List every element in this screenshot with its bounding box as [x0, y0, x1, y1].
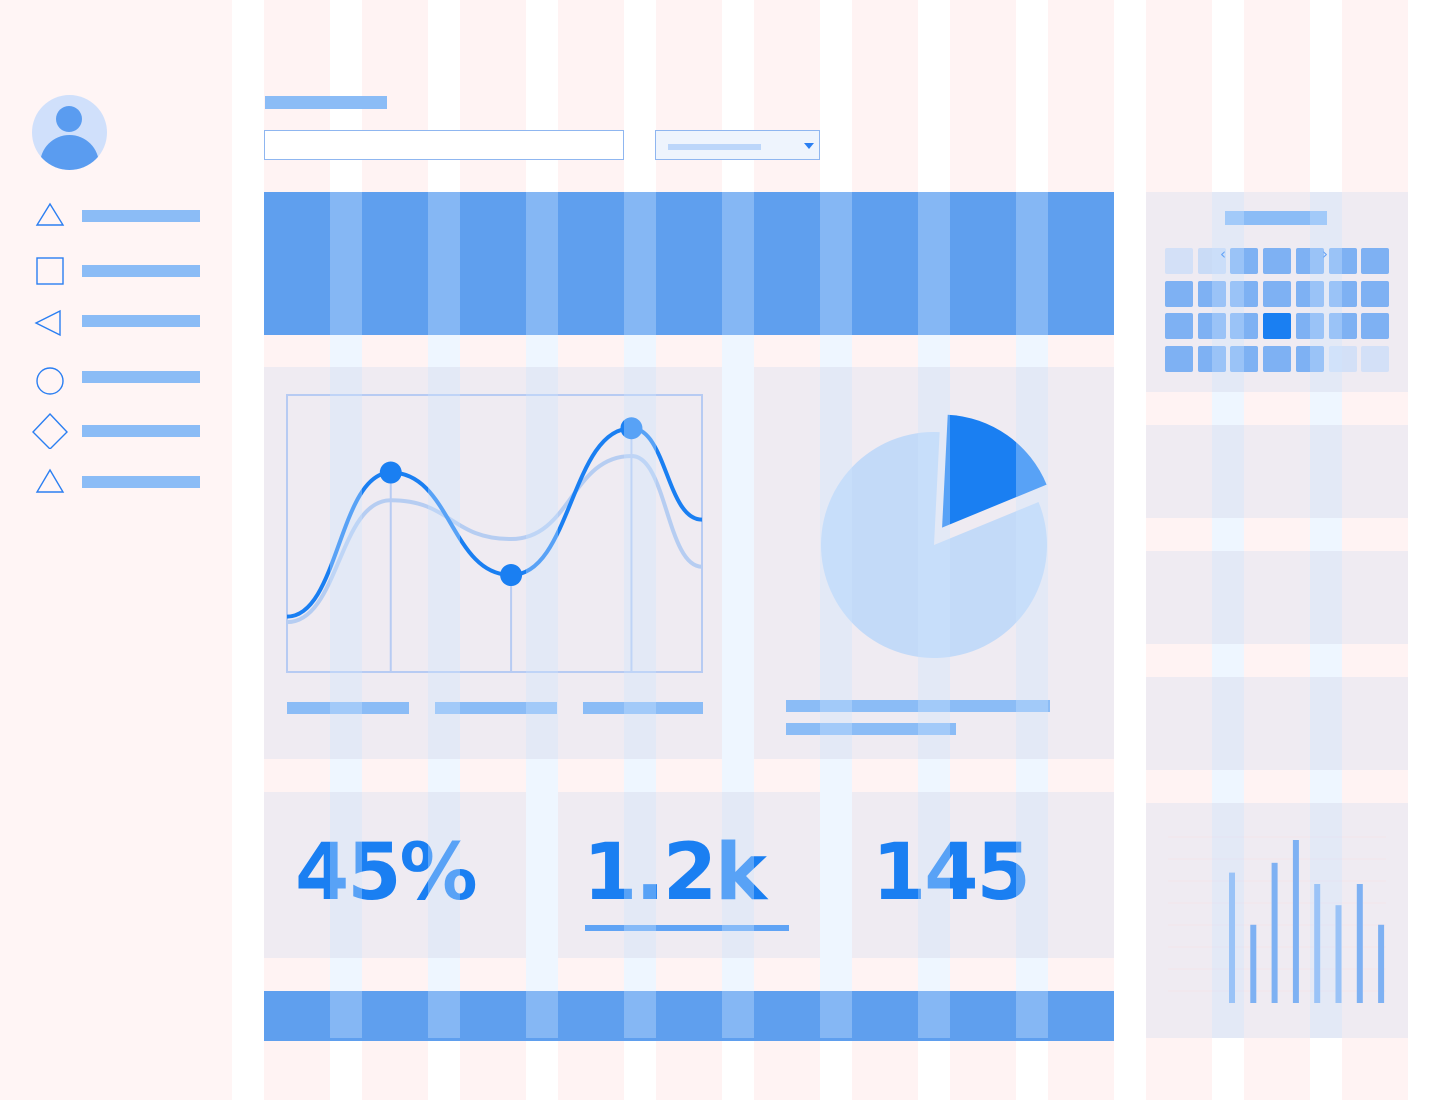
calendar-day[interactable]	[1165, 280, 1193, 307]
calendar-day[interactable]	[1328, 280, 1357, 307]
pie-caption-2	[786, 723, 956, 735]
chart-legend-3	[583, 702, 703, 714]
calendar-day[interactable]	[1263, 280, 1292, 307]
sidebar	[0, 0, 232, 1100]
sidebar-item-label	[82, 265, 200, 277]
square-icon	[36, 257, 64, 285]
calendar-day[interactable]	[1263, 248, 1292, 274]
filter-dropdown[interactable]	[655, 130, 820, 160]
bar-chart	[1168, 836, 1386, 1003]
calendar-day[interactable]	[1165, 313, 1193, 339]
chart-legend-2	[435, 702, 557, 714]
sidebar-item-label	[82, 476, 200, 488]
sidebar-item-label	[82, 315, 200, 327]
chart-plot-frame	[286, 394, 703, 673]
bar-chart-bar	[1229, 872, 1235, 1003]
line-series-secondary	[286, 453, 703, 625]
hero-banner	[264, 192, 1114, 335]
right-panel-3	[1146, 677, 1408, 770]
line-data-point	[620, 417, 643, 440]
sidebar-item-1[interactable]	[32, 198, 202, 234]
calendar-day[interactable]	[1197, 280, 1226, 307]
sidebar-item-label	[82, 210, 200, 222]
calendar-day[interactable]	[1295, 248, 1324, 274]
calendar-day[interactable]	[1361, 313, 1390, 339]
footer-bar	[264, 991, 1114, 1041]
page-title	[265, 96, 387, 109]
calendar-day[interactable]	[1197, 345, 1226, 372]
calendar-day[interactable]	[1230, 313, 1259, 339]
calendar-day[interactable]	[1361, 248, 1390, 274]
bar-chart-bar	[1378, 924, 1385, 1003]
calendar-day[interactable]	[1328, 248, 1357, 274]
bar-chart-bar	[1271, 862, 1278, 1003]
kpi-value: 45%	[295, 828, 478, 918]
diamond-icon	[32, 413, 68, 449]
calendar-day[interactable]	[1295, 280, 1324, 307]
kpi-value: 1.2k	[583, 828, 767, 918]
pie-caption-1	[786, 700, 1050, 712]
bar-chart-bar	[1314, 884, 1321, 1003]
calendar-month-title	[1225, 211, 1327, 225]
kpi-card-3: 145	[852, 792, 1114, 958]
bar-chart-card	[1146, 803, 1408, 1038]
sidebar-item-label	[82, 371, 200, 383]
chevron-right-icon[interactable]: ›	[1322, 245, 1328, 263]
right-panel-2	[1146, 551, 1408, 644]
calendar-day[interactable]	[1165, 345, 1193, 372]
bar-chart-bar	[1292, 840, 1299, 1003]
avatar-head	[56, 106, 82, 132]
calendar-day[interactable]	[1230, 248, 1259, 274]
bar-chart-bar	[1250, 924, 1257, 1003]
chart-legend-1	[287, 702, 409, 714]
calendar-day[interactable]	[1295, 345, 1324, 372]
chevron-down-icon	[804, 143, 814, 149]
kpi-card-1: 45%	[264, 792, 526, 958]
avatar-body	[40, 135, 99, 170]
calendar-day[interactable]	[1197, 313, 1226, 339]
sidebar-item-3[interactable]	[32, 303, 202, 339]
calendar-day[interactable]	[1230, 345, 1259, 372]
calendar-day[interactable]	[1361, 345, 1390, 372]
calendar-day[interactable]	[1165, 248, 1193, 274]
calendar-day[interactable]	[1230, 280, 1259, 307]
bar-chart-bar	[1356, 884, 1363, 1003]
kpi-value: 145	[872, 828, 1031, 918]
calendar-widget: ‹ ›	[1146, 192, 1408, 392]
sidebar-item-4[interactable]	[32, 359, 202, 395]
triangle-icon	[35, 202, 65, 226]
calendar-day[interactable]	[1361, 280, 1390, 307]
sidebar-item-label	[82, 425, 200, 437]
right-panel-1	[1146, 425, 1408, 518]
dropdown-selected-value	[668, 144, 761, 150]
line-data-point	[379, 461, 402, 484]
avatar[interactable]	[32, 95, 107, 170]
calendar-day[interactable]	[1263, 345, 1292, 372]
calendar-day[interactable]	[1295, 313, 1324, 339]
chevron-left-icon[interactable]: ‹	[1220, 245, 1226, 263]
kpi-card-2: 1.2k	[558, 792, 820, 958]
circle-icon	[36, 367, 64, 395]
sidebar-item-6[interactable]	[32, 464, 202, 500]
line-data-point	[500, 564, 523, 587]
calendar-day-selected[interactable]	[1263, 313, 1292, 339]
kpi-underline	[585, 925, 789, 931]
sidebar-item-2[interactable]	[32, 253, 202, 289]
line-chart-card	[264, 367, 722, 759]
calendar-day[interactable]	[1328, 345, 1357, 372]
sidebar-item-5[interactable]	[32, 413, 202, 449]
pie-chart-card	[754, 367, 1114, 759]
left-triangle-icon	[34, 309, 61, 337]
triangle-icon	[35, 468, 65, 493]
calendar-day[interactable]	[1328, 313, 1357, 339]
bar-chart-bar	[1335, 905, 1342, 1003]
line-chart	[286, 394, 703, 673]
search-input[interactable]	[264, 130, 624, 160]
